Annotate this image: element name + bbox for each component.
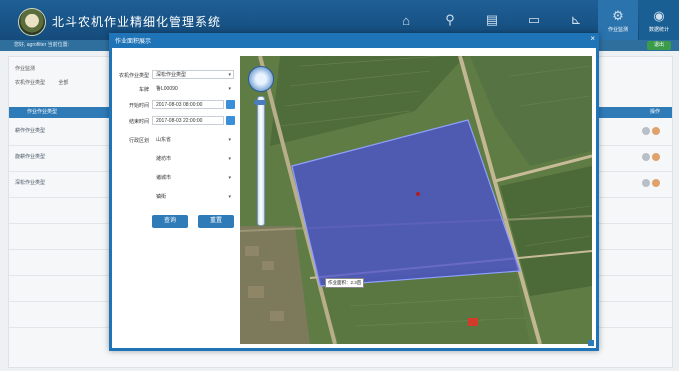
section-title: 作业监测 xyxy=(15,66,36,72)
modal-body: 农机作业类型 深松作业类型 ▾ 车牌 鲁L00090 ▾ 开始时间 2017-08-… xyxy=(112,48,596,348)
edit-icon[interactable] xyxy=(652,179,660,187)
row-actions xyxy=(642,179,660,187)
plate-row: 车牌 鲁L00090 ▾ xyxy=(112,84,242,94)
end-time-input[interactable]: 2017-08-03 22:00:00 xyxy=(152,116,224,125)
user-greeting: 您好, agrofliter 当前位置: xyxy=(14,42,70,48)
end-time-value: 2017-08-03 22:00:00 xyxy=(156,118,203,124)
zoom-slider[interactable] xyxy=(257,96,265,226)
calendar-icon[interactable] xyxy=(226,100,235,109)
chevron-down-icon: ▾ xyxy=(228,156,231,162)
row-label: 旋耕作业类型 xyxy=(15,154,46,160)
exit-button[interactable]: 退出 xyxy=(647,41,671,50)
location-pin-icon: ⚲ xyxy=(445,12,455,27)
table-header-right: 操作 xyxy=(649,109,660,115)
chevron-down-icon: ▾ xyxy=(228,86,231,92)
end-time-row: 结束时间 2017-08-03 22:00:00 xyxy=(112,116,242,126)
row-actions xyxy=(642,127,660,135)
book-icon: ▭ xyxy=(527,12,541,27)
town-select[interactable]: 镇街 ▾ xyxy=(152,192,234,201)
city-row: 潍坊市 ▾ xyxy=(112,154,242,164)
chevron-down-icon: ▾ xyxy=(228,194,231,200)
chevron-down-icon: ▾ xyxy=(228,72,231,78)
county-value: 诸城市 xyxy=(156,175,172,181)
map-imagery xyxy=(240,56,592,344)
view-icon[interactable] xyxy=(642,179,650,187)
machine-type-row: 农机作业类型 深松作业类型 ▾ xyxy=(112,70,242,80)
start-time-row: 开始时间 2017-08-03 08:00:00 xyxy=(112,100,242,110)
view-icon[interactable] xyxy=(642,127,650,135)
query-button[interactable]: 查询 xyxy=(152,215,188,228)
county-row: 诸城市 ▾ xyxy=(112,173,242,183)
start-time-label: 开始时间 xyxy=(128,103,149,109)
end-time-label: 结束时间 xyxy=(128,119,149,125)
province-value: 山东省 xyxy=(156,137,172,143)
county-select[interactable]: 诸城市 ▾ xyxy=(152,173,234,182)
close-icon[interactable]: × xyxy=(590,34,595,43)
plate-value: 鲁L00090 xyxy=(156,86,178,92)
chevron-down-icon: ▾ xyxy=(228,137,231,143)
app-logo xyxy=(18,8,46,36)
filter-label-text: 农机作业类型 xyxy=(15,80,46,86)
resize-handle-icon[interactable] xyxy=(588,340,594,346)
field-area-label: 作业面积：2.3亩 xyxy=(325,278,365,288)
province-select[interactable]: 山东省 ▾ xyxy=(152,135,234,144)
zoom-slider-handle[interactable] xyxy=(254,100,266,105)
satellite-map[interactable]: 作业面积：2.3亩 xyxy=(240,56,592,344)
nav-monitor-label: 作业监测 xyxy=(607,26,628,33)
reset-button[interactable]: 重置 xyxy=(198,215,234,228)
machine-type-label: 农机作业类型 xyxy=(118,73,149,79)
row-label: 耕作作业类型 xyxy=(15,128,46,134)
row-actions xyxy=(642,153,660,161)
app-title: 北斗农机作业精细化管理系统 xyxy=(52,15,222,29)
region-row: 行政区划 山东省 ▾ xyxy=(112,135,242,145)
start-time-input[interactable]: 2017-08-03 08:00:00 xyxy=(152,100,224,109)
city-select[interactable]: 潍坊市 ▾ xyxy=(152,154,234,163)
query-form: 农机作业类型 深松作业类型 ▾ 车牌 鲁L00090 ▾ 开始时间 2017-08-… xyxy=(112,48,242,348)
map-zoom-control xyxy=(248,66,274,234)
table-header-left: 作业作业类型 xyxy=(27,109,58,115)
plate-select[interactable]: 鲁L00090 ▾ xyxy=(152,84,234,93)
filter-label: 农机作业类型 全部 xyxy=(15,79,68,86)
chevron-down-icon: ▾ xyxy=(228,175,231,181)
nav-statistics-label: 数据统计 xyxy=(648,26,669,33)
plate-label: 车牌 xyxy=(138,87,149,93)
gear-icon: ⚙ xyxy=(612,7,624,23)
start-time-value: 2017-08-03 08:00:00 xyxy=(156,102,203,108)
town-row: 镇街 ▾ xyxy=(112,192,242,202)
document-icon: ▤ xyxy=(485,12,499,27)
calendar-icon[interactable] xyxy=(226,116,235,125)
home-icon: ⌂ xyxy=(402,12,410,28)
town-value: 镇街 xyxy=(156,194,167,200)
machine-type-value: 深松作业类型 xyxy=(156,72,187,78)
nav-monitor[interactable]: ⚙ 作业监测 xyxy=(598,0,638,40)
pan-control-icon[interactable] xyxy=(248,66,274,92)
machine-type-select[interactable]: 深松作业类型 ▾ xyxy=(152,70,234,79)
nav-statistics[interactable]: ◉ 数据统计 xyxy=(639,0,679,40)
row-label: 深松作业类型 xyxy=(15,180,46,186)
city-value: 潍坊市 xyxy=(156,156,172,162)
edit-icon[interactable] xyxy=(652,127,660,135)
chart-icon: ⊾ xyxy=(570,12,582,27)
edit-icon[interactable] xyxy=(652,153,660,161)
region-label: 行政区划 xyxy=(128,138,149,144)
filter-value[interactable]: 全部 xyxy=(58,80,68,86)
gamepad-icon: ◉ xyxy=(653,7,665,23)
area-display-modal: 作业面积展示 × 农机作业类型 深松作业类型 ▾ 车牌 鲁L00090 ▾ 开始时间… xyxy=(109,33,599,351)
modal-title: 作业面积展示 xyxy=(115,39,152,45)
view-icon[interactable] xyxy=(642,153,650,161)
